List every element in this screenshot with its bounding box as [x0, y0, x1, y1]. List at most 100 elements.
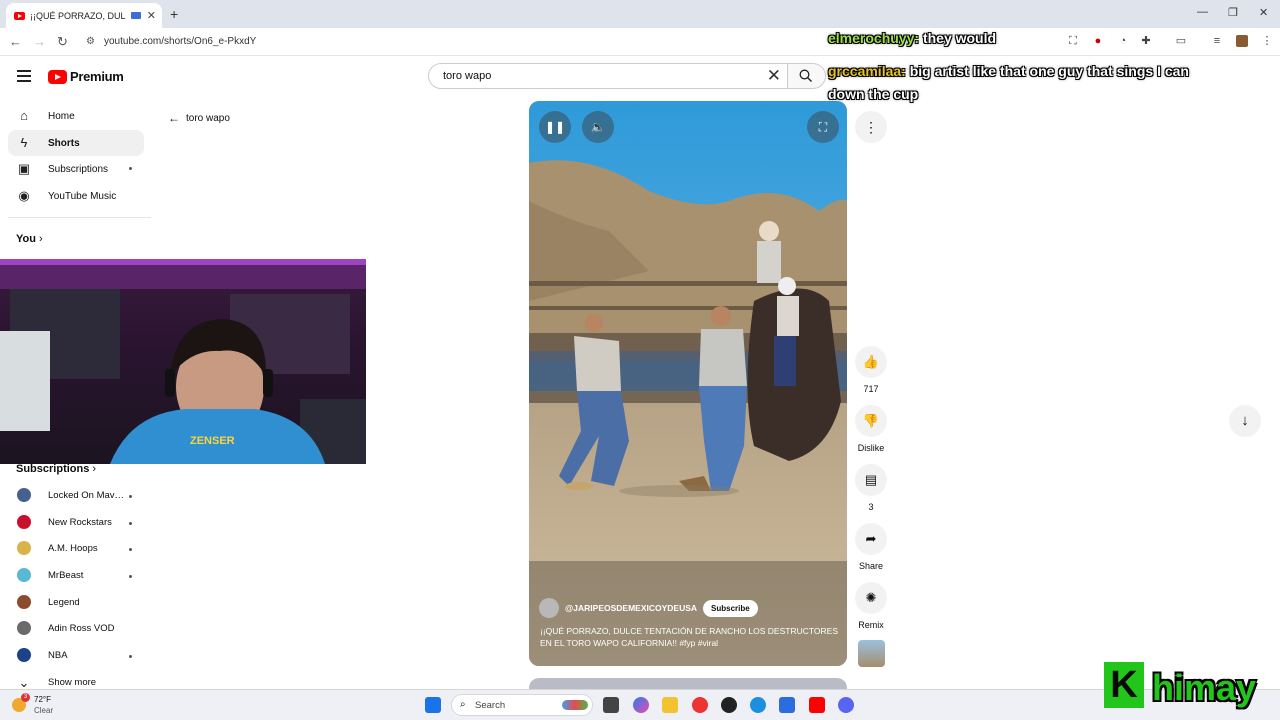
browser-menu-icon[interactable]: ⋮: [1261, 35, 1273, 47]
sidebar-item-home[interactable]: ⌂ Home: [8, 103, 144, 129]
audio-source-thumbnail[interactable]: [858, 640, 885, 667]
hamburger-menu-icon[interactable]: [17, 70, 31, 82]
search-results-back-link[interactable]: ← toro wapo: [168, 111, 230, 125]
pause-button[interactable]: ❚❚: [539, 111, 571, 143]
subscription-item[interactable]: Locked On Mave...: [8, 484, 144, 508]
channel-name[interactable]: @JARIPEOSDEMEXICOYDEUSA: [565, 603, 697, 613]
extension-icon[interactable]: ◔: [1117, 35, 1129, 47]
comments-button[interactable]: ▤ 3: [855, 464, 887, 512]
watermark-letter: K: [1104, 662, 1144, 708]
extension-icon[interactable]: ⛶: [1067, 35, 1079, 47]
chat-username: elmerochuyy:: [828, 30, 920, 46]
forward-arrow-icon[interactable]: →: [33, 34, 46, 49]
subscriptions-section-link[interactable]: Subscriptions ›: [16, 463, 96, 475]
svg-text:ZENSER: ZENSER: [190, 435, 235, 447]
dislike-button[interactable]: 👎 Dislike: [855, 405, 887, 453]
subscription-item[interactable]: New Rockstars: [8, 511, 144, 535]
channel-avatar: [17, 621, 31, 635]
maximize-button[interactable]: ❐: [1228, 6, 1238, 19]
browser-tab[interactable]: ¡¡QUÉ PORRAZO, DULCE TE ✕: [6, 3, 162, 28]
site-info-icon[interactable]: ⚙: [86, 36, 95, 47]
subscription-item[interactable]: MrBeast: [8, 564, 144, 588]
sidebar-item-label: Home: [48, 110, 75, 122]
new-content-dot: [129, 495, 132, 498]
thumbs-down-icon: 👎: [855, 405, 887, 437]
chat-message: down the cup: [828, 86, 918, 102]
chat-text: they would: [922, 30, 997, 46]
cast-icon[interactable]: ▭: [1175, 35, 1187, 47]
new-content-dot: [129, 167, 132, 170]
video-caption[interactable]: ¡¡QUÉ PORRAZO, DULCE TENTACIÓN DE RANCHO…: [540, 625, 840, 649]
url-field[interactable]: youtube.com/shorts/On6_e-PkxdY: [104, 36, 256, 47]
chrome-icon[interactable]: [692, 697, 708, 713]
channel-avatar: [17, 488, 31, 502]
comment-count: 3: [868, 502, 874, 512]
subscribe-button[interactable]: Subscribe: [703, 599, 758, 617]
minimize-button[interactable]: —: [1197, 6, 1208, 18]
subscription-label: New Rockstars: [48, 517, 112, 528]
remix-label: Remix: [858, 620, 884, 630]
subscription-item[interactable]: A.M. Hoops: [8, 537, 144, 561]
video-frame: [529, 101, 847, 666]
sidebar-item-shorts[interactable]: ϟ Shorts: [8, 130, 144, 156]
like-button[interactable]: 👍 717: [855, 346, 887, 394]
search-icon: ⌕: [460, 699, 466, 710]
chevron-right-icon: ›: [92, 463, 97, 475]
windows-start-icon[interactable]: [425, 697, 441, 713]
task-view-icon[interactable]: [603, 697, 619, 713]
youtube-premium-logo[interactable]: Premium: [48, 69, 124, 84]
chat-username: grccamilaa:: [828, 63, 906, 79]
cast-icon: [131, 12, 141, 19]
clear-search-icon[interactable]: ✕: [767, 66, 781, 86]
home-icon: ⌂: [20, 108, 28, 123]
channel-avatar: [17, 515, 31, 529]
close-window-button[interactable]: ✕: [1259, 6, 1268, 19]
subscription-label: Legend: [48, 597, 80, 608]
subscription-label: A.M. Hoops: [48, 543, 98, 554]
fullscreen-button[interactable]: ⛶: [807, 111, 839, 143]
weather-badge: 3: [21, 693, 30, 702]
search-input[interactable]: toro wapo ✕: [428, 63, 788, 89]
new-content-dot: [129, 575, 132, 578]
subscription-item[interactable]: Adin Ross VOD: [8, 617, 144, 641]
pause-icon: ❚❚: [544, 120, 566, 134]
edge-icon[interactable]: [750, 697, 766, 713]
reading-list-icon[interactable]: ≡: [1211, 35, 1223, 47]
comment-icon: ▤: [855, 464, 887, 496]
chat-text: big artist like that one guy that sings …: [909, 63, 1189, 79]
reload-icon[interactable]: ↻: [57, 34, 68, 50]
next-short-down-arrow-icon[interactable]: ↓: [1229, 405, 1261, 437]
new-tab-button[interactable]: +: [170, 6, 178, 22]
you-section-link[interactable]: You ›: [16, 233, 43, 245]
search-highlight-icon: [562, 700, 588, 710]
sidebar-divider: [8, 217, 151, 218]
search-button[interactable]: [788, 63, 826, 89]
sidebar-item-youtube-music[interactable]: ◉ YouTube Music: [8, 183, 144, 209]
subscription-item[interactable]: Legend: [8, 591, 144, 615]
more-options-icon[interactable]: ⋮: [855, 111, 887, 143]
volume-icon: 🔈: [590, 120, 606, 134]
remix-button[interactable]: ✺ Remix: [855, 582, 887, 630]
volume-button[interactable]: 🔈: [582, 111, 614, 143]
share-button[interactable]: ➦ Share: [855, 523, 887, 571]
profile-avatar[interactable]: [1236, 35, 1248, 47]
channel-avatar[interactable]: [539, 598, 559, 618]
taskbar-search-input[interactable]: ⌕ Search: [451, 694, 593, 716]
store-icon[interactable]: [779, 697, 795, 713]
subscription-item[interactable]: NBA: [8, 644, 144, 668]
youtube-app-icon[interactable]: [809, 697, 825, 713]
obs-icon[interactable]: [721, 697, 737, 713]
chevron-right-icon: ›: [39, 233, 43, 245]
tab-close-icon[interactable]: ✕: [147, 9, 156, 22]
shorts-video-player[interactable]: ❚❚ 🔈 ⛶ @JARIPEOSDEMEXICOYDEUSA Subscribe…: [529, 101, 847, 666]
extension-icon[interactable]: ●: [1092, 35, 1104, 47]
copilot-icon[interactable]: [633, 697, 649, 713]
puzzle-icon[interactable]: ✚: [1140, 35, 1152, 47]
chevron-down-icon: ⌄: [18, 675, 30, 690]
webcam-overlay: ZENSER: [0, 259, 366, 464]
sidebar-item-subscriptions[interactable]: ▣ Subscriptions: [8, 156, 144, 182]
browser-tab-bar: ¡¡QUÉ PORRAZO, DULCE TE ✕ + — ❐ ✕: [0, 0, 1280, 28]
discord-icon[interactable]: [838, 697, 854, 713]
file-explorer-icon[interactable]: [662, 697, 678, 713]
back-arrow-icon[interactable]: ←: [9, 34, 22, 49]
